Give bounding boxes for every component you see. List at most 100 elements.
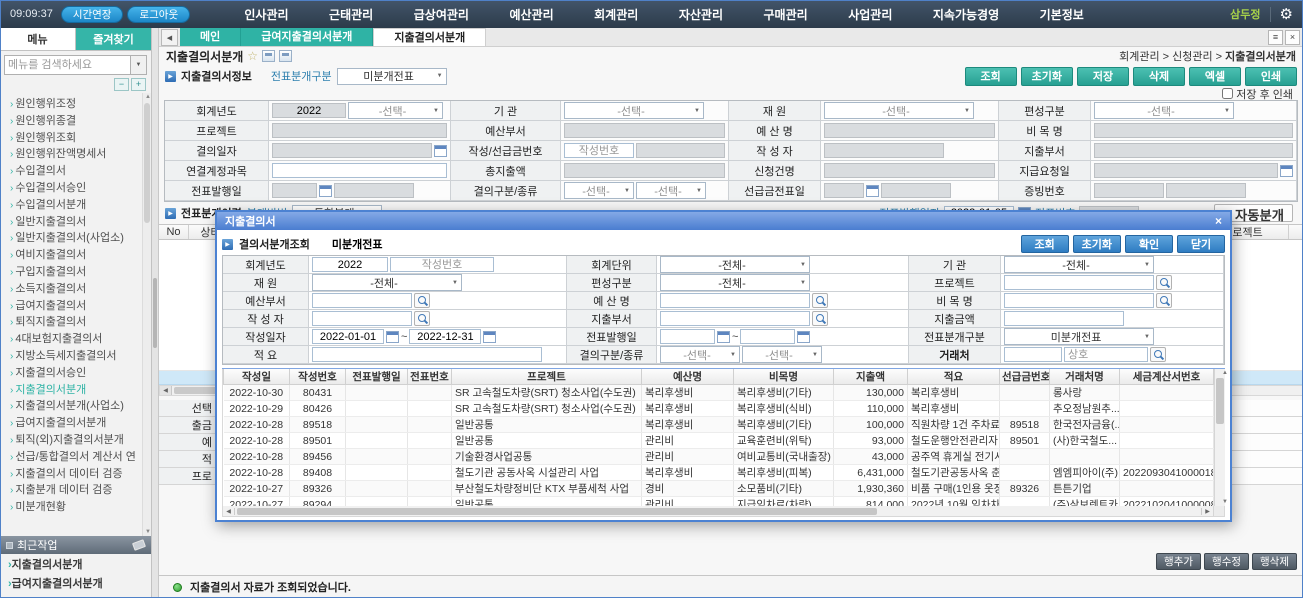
sidebar-item[interactable]: ›원인행위조회	[10, 130, 141, 147]
column-header[interactable]: 전표번호	[408, 369, 452, 385]
table-row[interactable]: 2022-10-27 89294 일반공통 관리비 지급임차료(차량) 814,…	[224, 497, 1214, 507]
budget-dept-input[interactable]	[312, 293, 412, 308]
scroll-up-icon[interactable]: ▲	[145, 94, 151, 100]
sidebar-item[interactable]: ›선급/통합결의서 계산서 연	[10, 449, 141, 466]
toolbar-button[interactable]: 엑셀	[1189, 67, 1241, 86]
request-input[interactable]	[824, 163, 995, 178]
popup-icon[interactable]	[279, 50, 292, 62]
calendar-icon[interactable]	[483, 331, 496, 343]
modal-titlebar[interactable]: 지출결의서 ×	[217, 212, 1230, 230]
column-header[interactable]: 예산명	[642, 369, 734, 385]
pay-date-input[interactable]	[1094, 163, 1278, 178]
sidebar-item[interactable]: ›일반지출결의서(사업소)	[10, 230, 141, 247]
tab-menu[interactable]: 메뉴	[0, 28, 76, 50]
advance-date-input[interactable]	[824, 183, 864, 198]
modal-button[interactable]: 확인	[1125, 235, 1173, 253]
tab-scroll-left-button[interactable]: ◀	[161, 29, 178, 46]
collapse-all-button[interactable]: −	[114, 78, 129, 91]
top-menu-item[interactable]: 기본정보	[1040, 6, 1084, 23]
gear-icon[interactable]: ⚙	[1280, 7, 1293, 22]
writer-input[interactable]	[312, 311, 412, 326]
decision-date-input[interactable]	[272, 143, 432, 158]
slip-to-input[interactable]	[740, 329, 795, 344]
scroll-right-icon[interactable]: ▶	[1201, 508, 1213, 515]
sidebar-item[interactable]: ›미분개현황	[10, 499, 141, 516]
expand-all-button[interactable]: +	[131, 78, 146, 91]
modal-button[interactable]: 초기화	[1073, 235, 1121, 253]
budget-dept-input[interactable]	[564, 123, 725, 138]
top-menu-item[interactable]: 인사관리	[244, 6, 288, 23]
sidebar-item[interactable]: ›일반지출결의서	[10, 214, 141, 231]
calendar-icon[interactable]	[434, 145, 447, 157]
menu-icon[interactable]: ≡	[1268, 30, 1283, 45]
sidebar-item[interactable]: ›원인행위조정	[10, 96, 141, 113]
fund-select[interactable]: -선택-▼	[824, 102, 974, 119]
table-hscrollbar[interactable]: ◀ ▶	[222, 506, 1225, 517]
sidebar-item[interactable]: ›여비지출결의서	[10, 247, 141, 264]
sidebar-item[interactable]: ›원인행위종결	[10, 113, 141, 130]
table-row[interactable]: 2022-10-28 89456 기술환경사업공통 관리비 여비교통비(국내출장…	[224, 449, 1214, 465]
org-select[interactable]: -선택-▼	[564, 102, 704, 119]
top-menu-item[interactable]: 근태관리	[329, 6, 373, 23]
sidebar-item[interactable]: ›지출결의서분개	[10, 382, 141, 399]
sidebar-splitter[interactable]	[152, 28, 159, 598]
advance-slip-input[interactable]	[881, 183, 951, 198]
sidebar-item[interactable]: ›지출결의서승인	[10, 365, 141, 382]
acct-unit-select[interactable]: -전체-▼	[660, 256, 810, 273]
modal-button[interactable]: 닫기	[1177, 235, 1225, 253]
top-menu-item[interactable]: 구매관리	[764, 6, 808, 23]
sidebar-item[interactable]: ›수입결의서승인	[10, 180, 141, 197]
top-menu-item[interactable]: 급상여관리	[414, 6, 469, 23]
item-name-input[interactable]	[1004, 293, 1154, 308]
toolbar-button[interactable]: 초기화	[1021, 67, 1073, 86]
decision-kind-select[interactable]: -선택-▼	[564, 182, 634, 199]
slip-date-input[interactable]	[272, 183, 317, 198]
sidebar-item[interactable]: ›소득지출결의서	[10, 281, 141, 298]
column-header[interactable]: 작성번호	[290, 369, 346, 385]
table-row[interactable]: 2022-10-28 89501 일반공통 관리비 교육훈련비(위탁) 93,0…	[224, 433, 1214, 449]
sidebar-item[interactable]: ›지출결의서 데이터 검증	[10, 466, 141, 483]
scroll-up-icon[interactable]: ▲	[1220, 370, 1230, 376]
write-no-input[interactable]	[564, 143, 634, 158]
decision-type-select[interactable]: -선택-▼	[742, 346, 822, 363]
org-select[interactable]: -전체-▼	[1004, 256, 1154, 273]
print-after-save-checkbox[interactable]	[1222, 88, 1233, 99]
slip-division-select[interactable]: 미분개전표▼	[337, 68, 447, 85]
document-tab[interactable]: 지출결의서분개	[373, 28, 486, 46]
search-icon[interactable]	[812, 293, 828, 308]
comp-select[interactable]: -전체-▼	[660, 274, 810, 291]
top-menu-item[interactable]: 지속가능경영	[933, 6, 999, 23]
sidebar-item[interactable]: ›수입결의서분개	[10, 197, 141, 214]
row-button[interactable]: 행추가	[1156, 553, 1201, 570]
row-button[interactable]: 행수정	[1204, 553, 1249, 570]
fiscal-half-select[interactable]: -선택-▼	[348, 102, 443, 119]
link-account-input[interactable]	[272, 163, 447, 178]
slip-div-select[interactable]: 미분개전표▼	[1004, 328, 1154, 345]
scroll-thumb[interactable]	[237, 508, 877, 515]
sidebar-item[interactable]: ›급여지출결의서분개	[10, 415, 141, 432]
search-icon[interactable]	[1150, 347, 1166, 362]
column-header[interactable]: 비목명	[734, 369, 834, 385]
refresh-icon[interactable]	[262, 50, 275, 62]
top-menu-item[interactable]: 사업관리	[848, 6, 892, 23]
recent-work-item[interactable]: ›지출결의서분개	[8, 556, 151, 575]
voucher-input1[interactable]	[1094, 183, 1164, 198]
table-row[interactable]: 2022-10-30 80431 SR 고속철도차량(SRT) 청소사업(수도권…	[224, 385, 1214, 401]
search-icon[interactable]	[414, 293, 430, 308]
toolbar-button[interactable]: 인쇄	[1245, 67, 1297, 86]
column-header[interactable]: 거래처명	[1050, 369, 1120, 385]
sidebar-item[interactable]: ›퇴직(외)지출결의서분개	[10, 432, 141, 449]
comp-select[interactable]: -선택-▼	[1094, 102, 1234, 119]
scroll-thumb[interactable]	[144, 103, 150, 223]
column-header[interactable]: 세금계산서번호	[1120, 369, 1214, 385]
table-row[interactable]: 2022-10-29 80426 SR 고속철도차량(SRT) 청소사업(수도권…	[224, 401, 1214, 417]
column-header[interactable]: 지출액	[834, 369, 908, 385]
search-icon[interactable]	[414, 311, 430, 326]
top-menu-item[interactable]: 회계관리	[594, 6, 638, 23]
budget-name-input[interactable]	[660, 293, 810, 308]
sidebar-item[interactable]: ›급여지출결의서	[10, 298, 141, 315]
column-header[interactable]: 전표발행일	[346, 369, 408, 385]
vendor-name-input[interactable]	[1064, 347, 1148, 362]
sidebar-item[interactable]: ›수입결의서	[10, 163, 141, 180]
voucher-input2[interactable]	[1166, 183, 1246, 198]
